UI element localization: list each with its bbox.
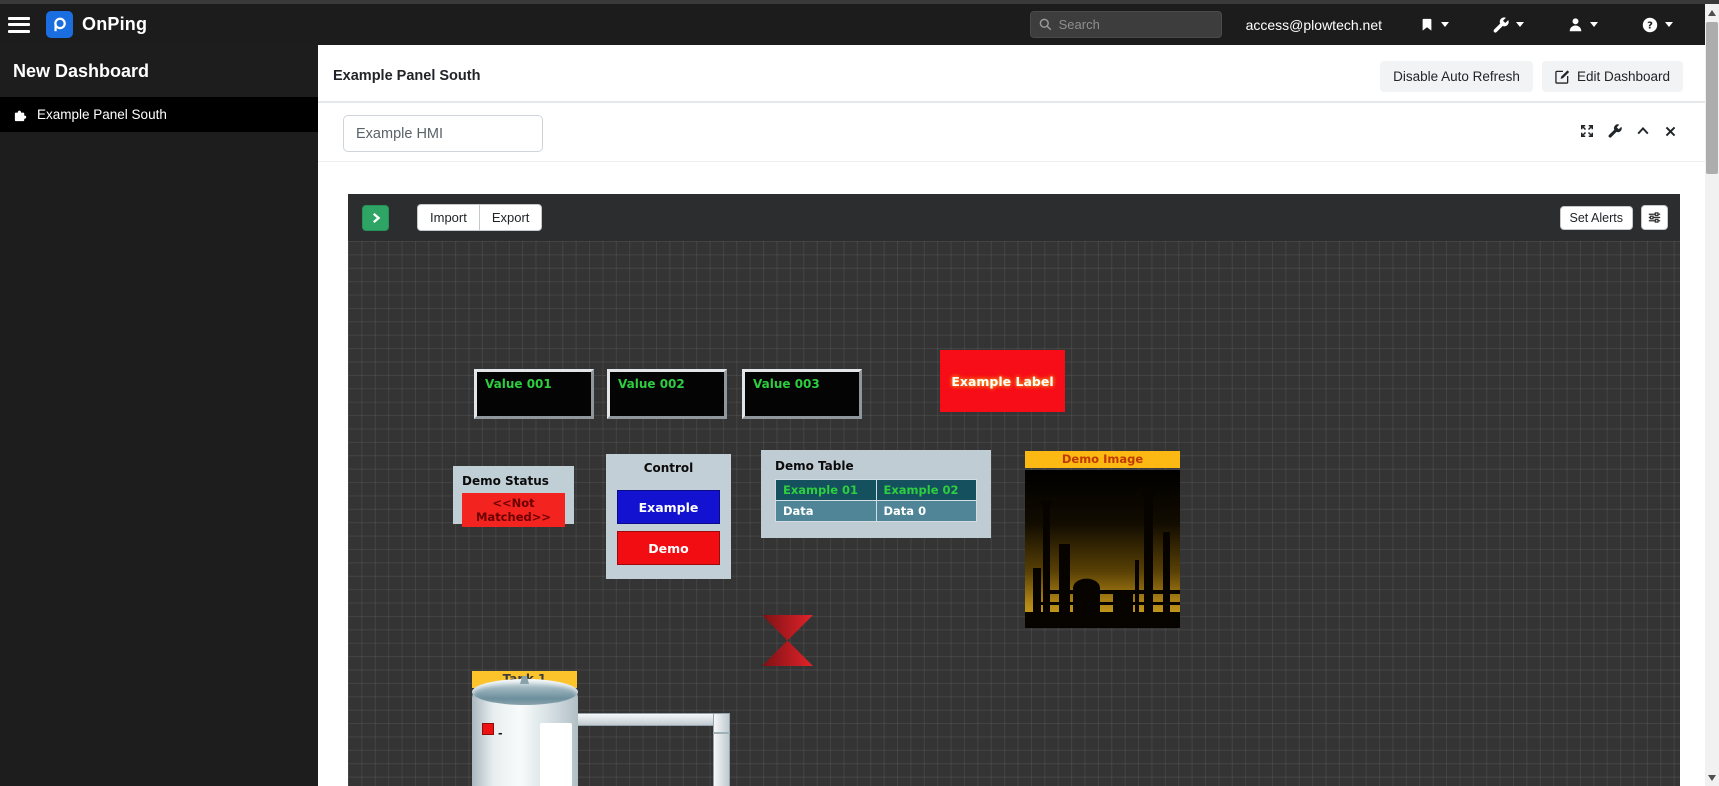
help-dropdown[interactable]: ? [1642,17,1673,33]
hmi-widget: Import Export Set Alerts [348,194,1680,786]
value-display-001[interactable]: Value 001 [474,369,594,419]
caret-down-icon [1441,22,1449,27]
search-input[interactable] [1059,17,1199,32]
table-header-row: Example 01 Example 02 [776,480,977,501]
pipe-joint [713,732,730,734]
wrench-icon [1493,17,1509,33]
panel-settings-wrench-icon[interactable] [1608,124,1622,138]
svg-text:?: ? [1647,20,1653,31]
edit-pencil-icon [1555,69,1570,84]
value-display-002[interactable]: Value 002 [607,369,727,419]
pipe-vertical [713,713,730,786]
disable-auto-refresh-button[interactable]: Disable Auto Refresh [1380,61,1533,92]
scroll-down-arrow[interactable] [1708,775,1716,781]
account-dropdown[interactable] [1568,17,1598,32]
caret-down-icon [1516,22,1524,27]
search-icon [1039,18,1052,31]
demo-table-widget: Demo Table Example 01 Example 02 Data Da… [761,450,991,538]
bookmark-icon [1420,17,1434,32]
close-panel-icon[interactable] [1664,125,1677,138]
main-content: Example Panel South Disable Auto Refresh… [318,45,1719,786]
caret-down-icon [1590,22,1598,27]
demo-status-widget[interactable]: Demo Status <<Not Matched>> [453,466,574,524]
top-navbar: OnPing access@plowtech.net [0,4,1719,45]
tools-dropdown[interactable] [1493,17,1524,33]
demo-image [1025,470,1180,628]
expand-panel-icon[interactable] [1580,124,1594,138]
user-icon [1568,17,1583,32]
example-label-widget[interactable]: Example Label [940,350,1065,412]
export-button[interactable]: Export [479,204,543,231]
pipe-horizontal [576,713,730,726]
hmi-canvas[interactable]: Value 001 Value 002 Value 003 Example La… [348,241,1680,786]
panel-name-input[interactable] [343,115,543,152]
search-box[interactable] [1030,11,1222,38]
puzzle-icon [13,107,28,122]
tank-dome [472,679,578,705]
sidebar-item-label: Example Panel South [37,107,167,122]
tank-indicator-label: - [498,728,503,739]
vertical-scrollbar[interactable] [1705,4,1719,786]
dashboard-panel-card: Import Export Set Alerts [318,101,1719,786]
hmi-settings-sliders-icon[interactable] [1641,205,1668,230]
tank-level-stripe [540,723,572,786]
menu-toggle-icon[interactable] [8,17,30,33]
control-widget: Control Example Demo [606,454,731,579]
set-alerts-button[interactable]: Set Alerts [1560,206,1634,230]
import-button[interactable]: Import [417,204,479,231]
hmi-sidebar-expand-button[interactable] [362,205,389,231]
account-email: access@plowtech.net [1246,17,1382,33]
demo-image-title: Demo Image [1025,451,1180,468]
page-title: Example Panel South [333,68,480,84]
brand-name: OnPing [82,14,147,35]
help-icon: ? [1642,17,1658,33]
sidebar-item-example-panel-south[interactable]: Example Panel South [0,97,318,132]
hmi-toolbar: Import Export Set Alerts [348,194,1680,241]
bookmarks-dropdown[interactable] [1420,17,1449,32]
value-display-003[interactable]: Value 003 [742,369,862,419]
status-value: <<Not Matched>> [462,493,565,527]
caret-down-icon [1665,22,1673,27]
control-example-button[interactable]: Example [617,490,720,524]
scrollbar-thumb[interactable] [1706,22,1718,174]
valve-symbol[interactable] [760,613,815,668]
sidebar: New Dashboard Example Panel South [0,45,318,786]
refinery-silhouette [1025,470,1180,628]
collapse-panel-icon[interactable] [1636,124,1650,138]
tank-alarm-indicator[interactable] [482,723,494,735]
control-demo-button[interactable]: Demo [617,531,720,565]
dashboard-title: New Dashboard [0,45,318,97]
table-row: Data Data 0 [776,501,977,522]
scroll-up-arrow[interactable] [1708,10,1716,16]
onping-logo-icon[interactable] [46,11,73,38]
edit-dashboard-button[interactable]: Edit Dashboard [1542,61,1683,92]
